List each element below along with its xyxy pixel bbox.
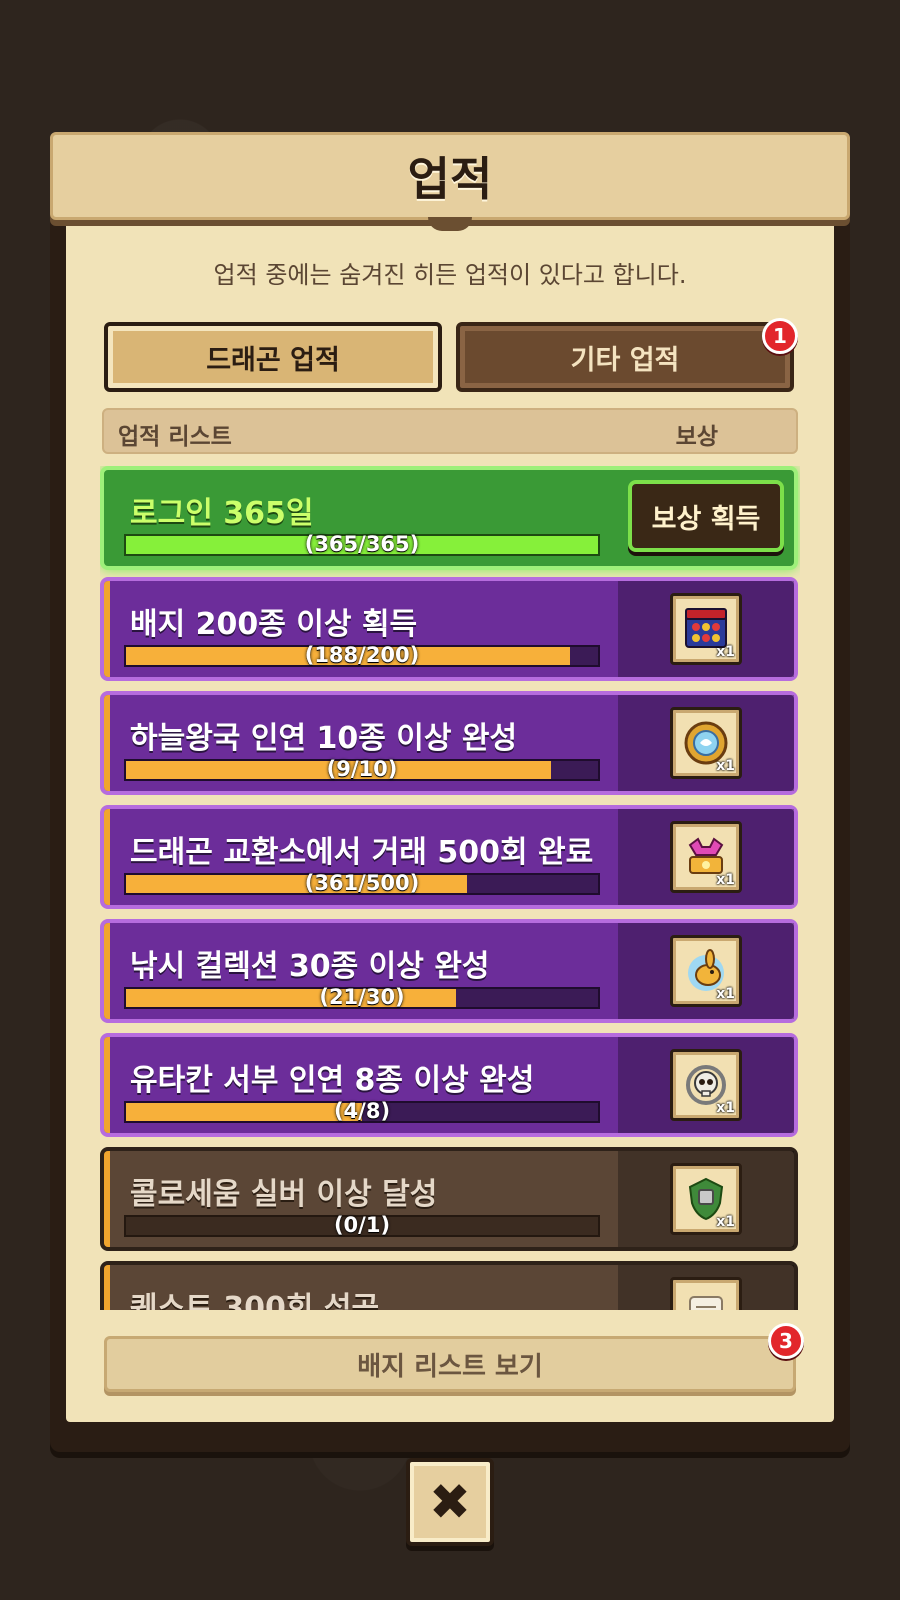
reward-quantity: x1 xyxy=(716,1214,735,1230)
sky-emblem-icon[interactable]: x1 xyxy=(670,707,742,779)
achievement-row: 하늘왕국 인연 10종 이상 완성 (9/10) x1 xyxy=(100,691,798,795)
achievement-title: 콜로세움 실버 이상 달성 xyxy=(130,1177,438,1212)
claim-reward-label: 보상 획득 xyxy=(651,503,761,535)
golden-anvil-icon[interactable]: x1 xyxy=(670,821,742,893)
tab-other-achievements[interactable]: 기타 업적 xyxy=(456,322,794,392)
progress-text: (21/30) xyxy=(319,985,405,1009)
reward-quantity: x1 xyxy=(716,986,735,1002)
skull-emblem-icon[interactable]: x1 xyxy=(670,1049,742,1121)
achievement-row: 드래곤 교환소에서 거래 500회 완료 (361/500) x1 xyxy=(100,805,798,909)
reward-slot: x1 xyxy=(618,695,794,791)
badge-chest-icon[interactable]: x1 xyxy=(670,593,742,665)
dialog-header: 업적 xyxy=(50,132,850,231)
green-shield-icon[interactable]: x1 xyxy=(670,1163,742,1235)
scroll-icon[interactable] xyxy=(670,1277,742,1310)
achievement-title: 퀘스트 300회 성공 xyxy=(130,1291,380,1310)
reward-slot xyxy=(618,1265,794,1310)
close-icon: ✖ xyxy=(429,1473,471,1531)
progress-text: (9/10) xyxy=(326,757,398,781)
achievement-row: 배지 200종 이상 획득 (188/200) x1 xyxy=(100,577,798,681)
list-header-title: 업적 리스트 xyxy=(118,424,232,450)
reward-slot: x1 xyxy=(618,809,794,905)
achievement-title: 드래곤 교환소에서 거래 500회 완료 xyxy=(130,835,594,870)
achievement-row: 낚시 컬렉션 30종 이상 완성 (21/30) x1 xyxy=(100,919,798,1023)
notification-badge: 3 xyxy=(768,1323,804,1359)
progress-text: (188/200) xyxy=(304,643,420,667)
tab-label: 드래곤 업적 xyxy=(206,344,340,376)
achievement-row: 퀘스트 300회 성공 xyxy=(100,1261,798,1310)
achievement-row: 유타칸 서부 인연 8종 이상 완성 (4/8) x1 xyxy=(100,1033,798,1137)
progress-text: (361/500) xyxy=(304,871,420,895)
reward-quantity: x1 xyxy=(716,872,735,888)
reward-slot: x1 xyxy=(618,1037,794,1133)
achievement-title: 유타칸 서부 인연 8종 이상 완성 xyxy=(130,1063,535,1098)
close-button[interactable]: ✖ xyxy=(406,1458,494,1546)
view-badge-list-label: 배지 리스트 보기 xyxy=(357,1351,543,1382)
reward-slot: x1 xyxy=(618,923,794,1019)
claim-reward-button[interactable]: 보상 획득 xyxy=(628,480,784,552)
achievement-row: 로그인 365일 (365/365) 보상 획득 xyxy=(100,466,798,570)
achievement-row: 콜로세움 실버 이상 달성 (0/1) x1 xyxy=(100,1147,798,1251)
list-header: 업적 리스트 보상 xyxy=(102,408,798,454)
achievement-title: 하늘왕국 인연 10종 이상 완성 xyxy=(130,721,518,756)
progress-text: (0/1) xyxy=(333,1213,391,1237)
progress-text: (4/8) xyxy=(333,1099,391,1123)
tab-dragon-achievements[interactable]: 드래곤 업적 xyxy=(104,322,442,392)
achievement-title: 로그인 365일 xyxy=(130,496,314,531)
dialog-title: 업적 xyxy=(407,152,493,206)
achievement-list[interactable]: 로그인 365일 (365/365) 보상 획득 배지 200종 이상 획득 (… xyxy=(100,466,800,1310)
notification-badge: 1 xyxy=(762,318,798,354)
reward-quantity: x1 xyxy=(716,1100,735,1116)
list-header-reward: 보상 xyxy=(675,424,718,450)
view-badge-list-button[interactable]: 배지 리스트 보기 xyxy=(104,1336,796,1392)
reward-quantity: x1 xyxy=(716,758,735,774)
golden-rabbit-icon[interactable]: x1 xyxy=(670,935,742,1007)
reward-quantity: x1 xyxy=(716,644,735,660)
tab-label: 기타 업적 xyxy=(570,344,680,376)
progress-text: (365/365) xyxy=(304,532,420,556)
reward-slot: x1 xyxy=(618,1151,794,1247)
achievement-title: 배지 200종 이상 획득 xyxy=(130,607,418,642)
reward-slot: x1 xyxy=(618,581,794,677)
achievement-title: 낚시 컬렉션 30종 이상 완성 xyxy=(130,949,490,984)
notice-text: 업적 중에는 숨겨진 히든 업적이 있다고 합니다. xyxy=(213,261,687,289)
